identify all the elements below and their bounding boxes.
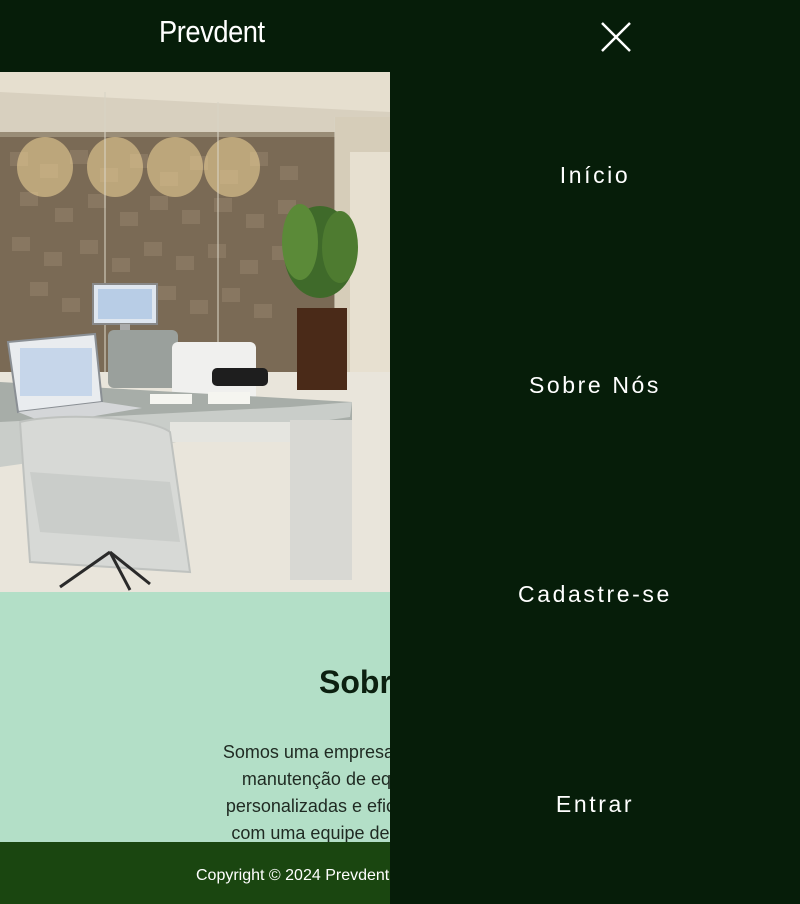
menu-item-sobre-nos[interactable]: Sobre Nós	[390, 372, 800, 399]
hero-office-image	[0, 72, 390, 592]
side-menu-panel	[390, 72, 800, 904]
top-header	[0, 0, 800, 72]
menu-item-inicio[interactable]: Início	[390, 162, 800, 189]
office-illustration	[0, 72, 390, 592]
about-title: Sobr	[319, 664, 392, 700]
footer-copyright: Copyright © 2024 Prevdent	[196, 867, 390, 884]
brand-logo[interactable]: Prevdent	[159, 14, 265, 50]
close-icon[interactable]	[598, 20, 634, 54]
menu-item-entrar[interactable]: Entrar	[390, 791, 800, 818]
menu-item-cadastre-se[interactable]: Cadastre-se	[390, 581, 800, 608]
